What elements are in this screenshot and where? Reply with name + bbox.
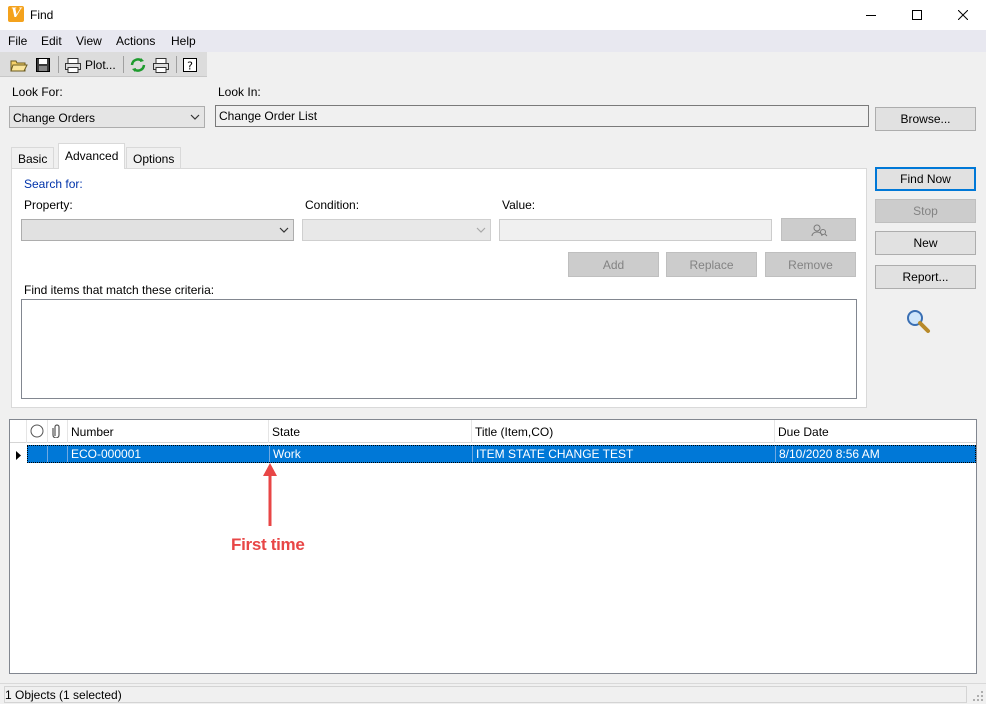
refresh-button[interactable] (129, 55, 147, 74)
folder-open-icon (10, 60, 28, 71)
row-due-date: 8/10/2020 8:56 AM (779, 447, 880, 461)
minimize-icon (866, 15, 876, 16)
stop-button[interactable]: Stop (875, 199, 976, 223)
tab-options[interactable]: Options (126, 147, 182, 169)
property-select[interactable] (21, 219, 294, 241)
search-for-label: Search for: (24, 177, 83, 191)
number-column-header[interactable]: Number (68, 420, 269, 443)
menu-view[interactable]: View (76, 34, 102, 48)
print-button[interactable] (152, 55, 170, 74)
title-column-header[interactable]: Title (Item,CO) (472, 420, 775, 443)
tab-advanced[interactable]: Advanced (58, 143, 126, 169)
chevron-down-icon (190, 114, 200, 120)
maximize-button[interactable] (894, 0, 940, 30)
condition-select[interactable] (302, 219, 491, 241)
report-button[interactable]: Report... (875, 265, 976, 289)
find-now-button[interactable]: Find Now (875, 167, 976, 191)
remove-button[interactable]: Remove (765, 252, 856, 277)
menu-edit[interactable]: Edit (41, 34, 62, 48)
magnifier-icon (905, 308, 931, 337)
plot-button[interactable]: Plot... (64, 55, 116, 74)
new-button[interactable]: New (875, 231, 976, 255)
row-title: ITEM STATE CHANGE TEST (473, 446, 776, 462)
help-icon: ? (183, 57, 197, 72)
resize-grip-icon[interactable] (972, 690, 984, 702)
add-button[interactable]: Add (568, 252, 659, 277)
person-search-icon (811, 224, 827, 236)
chevron-down-icon (476, 227, 486, 233)
svg-text:?: ? (187, 59, 193, 72)
maximize-icon (912, 10, 922, 20)
value-label: Value: (502, 198, 536, 212)
look-for-value: Change Orders (13, 111, 96, 125)
row-indicator-icon (16, 451, 21, 460)
status-bar: 1 Objects (1 selected) (0, 683, 986, 704)
replace-button[interactable]: Replace (666, 252, 757, 277)
value-lookup-button[interactable] (781, 218, 856, 241)
close-icon (958, 10, 968, 20)
open-button[interactable] (10, 55, 28, 74)
due-date-column-header[interactable]: Due Date (775, 420, 976, 443)
browse-button[interactable]: Browse... (875, 107, 976, 131)
menu-bar: File Edit View Actions Help (0, 30, 986, 52)
title-bar: V Find (0, 0, 986, 30)
tab-basic[interactable]: Basic (11, 147, 55, 169)
row-number: ECO-000001 (68, 446, 270, 462)
chevron-down-icon (279, 227, 289, 233)
look-for-select[interactable]: Change Orders (9, 106, 205, 128)
look-in-label: Look In: (218, 85, 261, 99)
look-in-field: Change Order List (215, 105, 869, 127)
look-in-value: Change Order List (219, 109, 318, 123)
save-button[interactable] (35, 55, 51, 74)
plot-label: Plot... (85, 57, 116, 72)
table-row[interactable]: ECO-000001 Work ITEM STATE CHANGE TEST 8… (27, 445, 976, 463)
save-icon (36, 57, 50, 72)
condition-label: Condition: (305, 198, 360, 212)
grid-header: Number State Title (Item,CO) Due Date (10, 420, 976, 443)
criteria-list[interactable] (21, 299, 857, 399)
minimize-button[interactable] (848, 0, 894, 30)
look-for-label: Look For: (12, 85, 63, 99)
close-button[interactable] (940, 0, 986, 30)
window-title: Find (30, 8, 54, 22)
state-column-header[interactable]: State (269, 420, 472, 443)
status-text: 1 Objects (1 selected) (5, 688, 122, 702)
menu-help[interactable]: Help (171, 34, 196, 48)
criteria-label: Find items that match these criteria: (24, 283, 215, 297)
help-button[interactable]: ? (182, 55, 198, 74)
row-state: Work (270, 446, 473, 462)
value-input[interactable] (499, 219, 772, 241)
status-column-header[interactable] (27, 420, 48, 443)
results-grid[interactable]: Number State Title (Item,CO) Due Date EC… (9, 419, 977, 674)
paperclip-icon (52, 424, 60, 439)
printer-icon (65, 57, 81, 73)
menu-file[interactable]: File (8, 34, 27, 48)
annotation-arrow (263, 463, 277, 526)
status-circle-icon (30, 424, 44, 438)
printer-icon (153, 57, 169, 73)
property-label: Property: (24, 198, 73, 212)
app-logo-icon: V (8, 6, 24, 22)
menu-actions[interactable]: Actions (116, 34, 155, 48)
annotation-label: First time (231, 535, 305, 554)
toolbar: Plot... ? (0, 52, 207, 77)
refresh-icon (130, 57, 146, 72)
attachment-column-header[interactable] (48, 420, 68, 443)
